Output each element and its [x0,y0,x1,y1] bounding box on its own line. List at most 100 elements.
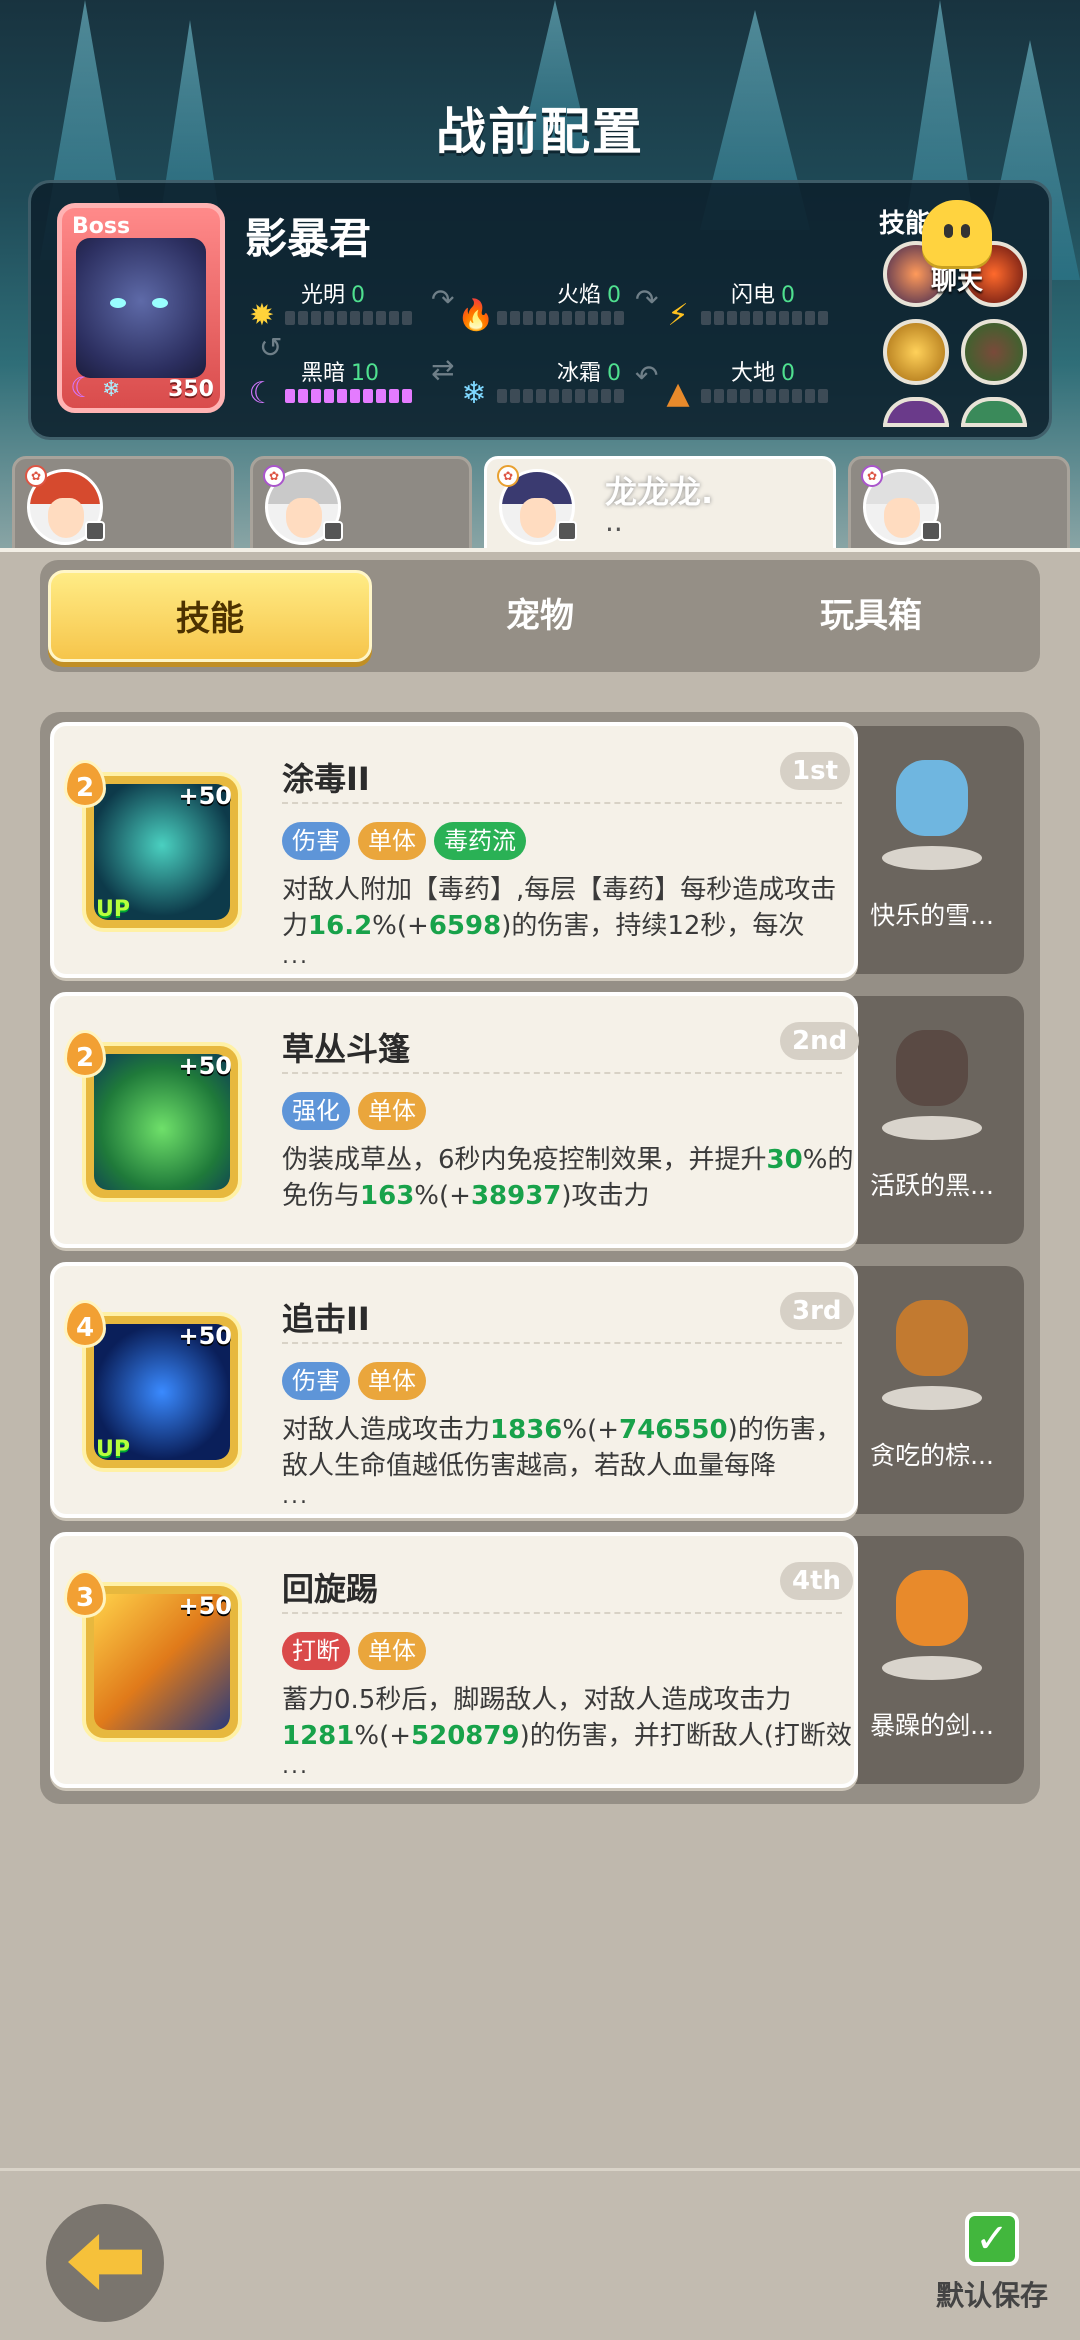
skill-icon[interactable]: 2 +50 UP [64,760,242,932]
boss-portrait [76,238,206,378]
skill-icon[interactable]: 2 +50 [64,1030,242,1202]
element-bar-segment [363,311,373,325]
boss-tag: Boss [72,214,131,239]
element-bar-segment [575,311,585,325]
element-bar-segment [779,311,789,325]
pet-figure [878,744,986,870]
pet-name: 贪吃的棕... [870,1441,994,1470]
skill-tags: 强化 单体 [282,1092,426,1130]
element-bar-segment [575,389,585,403]
skill-tags: 伤害 单体 毒药流 [282,822,526,860]
chat-button[interactable]: 聊天 [922,200,992,297]
boss-portrait-card[interactable]: Boss ☾ ❄ 350 [57,203,225,413]
skill-tags: 打断 单体 [282,1632,426,1670]
element-bar-segment [337,389,347,403]
cycle-arrow-icon: ↷ [635,283,659,316]
pet-name: 暴躁的剑... [870,1711,994,1740]
description-ellipsis: ... [282,1754,309,1779]
skill-tags: 伤害 单体 [282,1362,426,1400]
pet-slot[interactable]: 活跃的黑... [840,996,1024,1244]
earth-icon: ▲ [666,376,690,411]
skill-icon[interactable]: 4 +50 UP [64,1300,242,1472]
checkbox-checked-icon: ✓ [965,2212,1019,2266]
skill-rank: 3rd [780,1292,854,1330]
class-badge-icon: ✿ [497,465,519,487]
pet-figure [878,1554,986,1680]
skill-name: 草丛斗篷 [282,1030,411,1068]
lock-icon [557,521,577,541]
character-subtitle: .. [605,505,623,538]
element-bar-segment [818,311,828,325]
element-bar-segment [549,311,559,325]
boss-skill-icon[interactable] [961,397,1027,427]
skill-upgrade-label: UP [96,897,130,922]
default-save-toggle[interactable]: ✓ 默认保存 [930,2212,1054,2314]
skill-bonus: +50 [178,782,232,810]
element-bar-segment [714,389,724,403]
back-button[interactable] [46,2204,164,2322]
element-bar-segment [562,311,572,325]
skill-description: 对敌人造成攻击力1836%(+746550)的伤害，敌人生命值越低伤害越高，若敌… [282,1415,842,1481]
element-bar-segment [389,311,399,325]
element-bar-segment [614,389,624,403]
cycle-arrow-icon: ⇄ [431,353,455,386]
tab-skills[interactable]: 技能 [48,570,372,662]
element-bar-segment [523,389,533,403]
pet-name: 活跃的黑... [870,1171,994,1200]
element-bar-segment [510,389,520,403]
tag-buff: 强化 [282,1092,350,1130]
element-bar-segment [285,311,295,325]
element-bar-segment [601,389,611,403]
element-bar-segment [614,311,624,325]
fire-icon: 🔥 [457,298,495,333]
element-bar [497,389,624,403]
element-bar-segment [727,311,737,325]
skill-name: 追击II [282,1300,370,1338]
character-tab-active[interactable]: ✿ 龙龙龙. .. [484,456,836,552]
element-bar-segment [818,389,828,403]
page-title: 战前配置 [436,103,644,161]
element-bar-segment [376,311,386,325]
pet-slot[interactable]: 快乐的雪... [840,726,1024,974]
tag-poison-build: 毒药流 [434,822,526,860]
pet-slot[interactable]: 贪吃的棕... [840,1266,1024,1514]
character-tab[interactable]: ✿ [250,456,472,552]
skill-card[interactable]: 快乐的雪... 2 +50 UP 涂毒II 1st 伤害 单体 毒药流 对敌人附… [50,722,1030,978]
element-bar-segment [779,389,789,403]
skill-card[interactable]: 活跃的黑... 2 +50 草丛斗篷 2nd 强化 单体 伪装成草丛，6秒内免疫… [50,992,1030,1248]
element-bar-segment [510,311,520,325]
element-bar-segment [727,389,737,403]
element-bar-segment [536,311,546,325]
skill-icon[interactable]: 3 +50 [64,1570,242,1742]
default-save-label: 默认保存 [935,2279,1048,2312]
tag-single-target: 单体 [358,1092,426,1130]
character-tab[interactable]: ✿ [12,456,234,552]
tab-pets[interactable]: 宠物 [380,570,700,662]
element-bar-segment [402,389,412,403]
boss-skill-icon[interactable] [883,319,949,385]
element-bar-segment [311,311,321,325]
boss-skill-icon[interactable] [883,397,949,427]
skill-card[interactable]: 贪吃的棕... 4 +50 UP 追击II 3rd 伤害 单体 对敌人造成攻击力… [50,1262,1030,1518]
character-tab[interactable]: ✿ [848,456,1070,552]
back-arrow-icon [68,2234,142,2290]
element-bar-segment [792,311,802,325]
skill-rank: 2nd [780,1022,860,1060]
dark-moon-icon: ☾ [70,371,96,404]
class-badge-icon: ✿ [861,465,883,487]
element-bar-segment [324,311,334,325]
skill-card[interactable]: 暴躁的剑... 3 +50 回旋踢 4th 打断 单体 蓄力0.5秒后，脚踢敌人… [50,1532,1030,1788]
boss-skill-icon[interactable] [961,319,1027,385]
description-ellipsis: ... [282,944,309,969]
element-bar-segment [350,311,360,325]
element-bar-segment [523,311,533,325]
element-bar-segment [363,389,373,403]
tab-toybox[interactable]: 玩具箱 [710,570,1032,662]
description-ellipsis: ... [282,1484,309,1509]
element-bar-segment [792,389,802,403]
tag-single-target: 单体 [358,1632,426,1670]
skill-bonus: +50 [178,1592,232,1620]
skill-rank: 1st [780,752,850,790]
lock-icon [921,521,941,541]
pet-slot[interactable]: 暴躁的剑... [840,1536,1024,1784]
